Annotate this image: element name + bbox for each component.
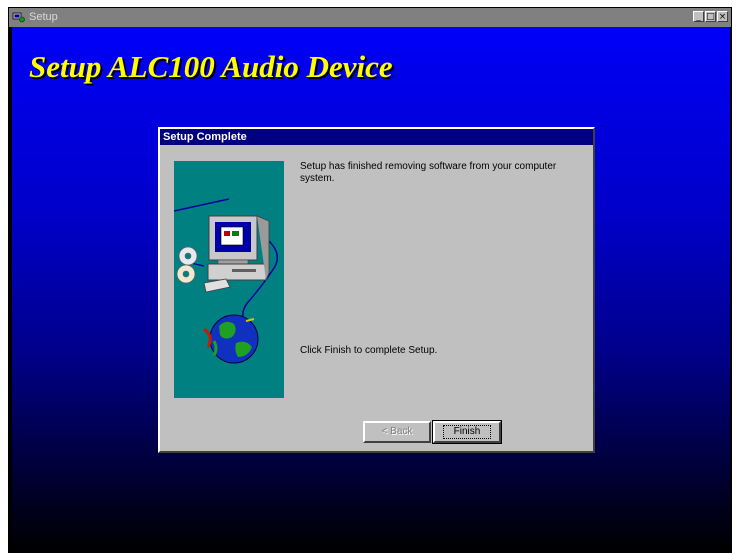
setup-icon	[12, 12, 25, 23]
finish-button-label: Finish	[442, 425, 492, 439]
finish-button[interactable]: Finish	[432, 420, 502, 444]
setup-window: Setup _ □ × Setup ALC100 Audio Device Se…	[8, 7, 732, 553]
minimize-button[interactable]: _	[693, 11, 704, 22]
dialog-titlebar[interactable]: Setup Complete	[160, 129, 593, 145]
window-controls: _ □ ×	[693, 11, 728, 22]
setup-background: Setup ALC100 Audio Device Setup Complete	[12, 27, 730, 551]
completion-message: Setup has finished removing software fro…	[300, 161, 557, 184]
window-titlebar[interactable]: Setup _ □ ×	[9, 8, 731, 27]
setup-headline: Setup ALC100 Audio Device	[29, 49, 393, 84]
setup-complete-dialog: Setup Complete Setup has finished removi…	[158, 127, 595, 453]
maximize-button[interactable]: □	[705, 11, 716, 22]
close-button[interactable]: ×	[717, 11, 728, 22]
illustration-panel	[174, 161, 284, 398]
window-title: Setup	[29, 11, 58, 23]
back-button[interactable]: < Back	[363, 421, 431, 443]
computer-cd-globe-illustration-icon	[174, 198, 278, 364]
finish-instruction: Click Finish to complete Setup.	[300, 345, 438, 356]
